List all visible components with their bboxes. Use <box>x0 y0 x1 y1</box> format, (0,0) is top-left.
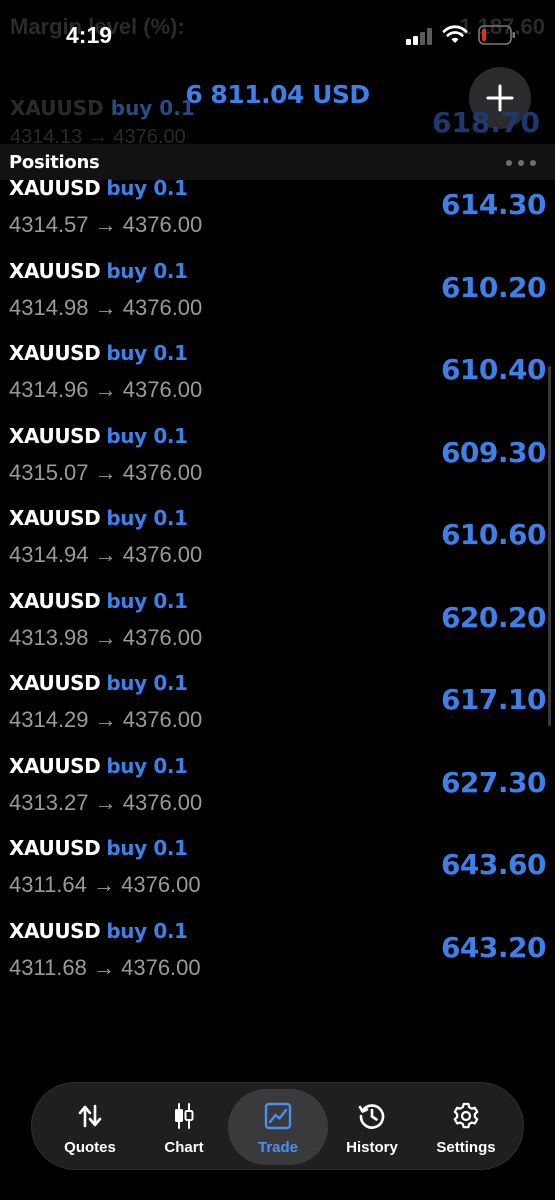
position-profit: 643.60 <box>440 848 547 881</box>
position-prices: 4315.07 → 4376.00 <box>9 460 203 485</box>
position-side: buy 0.1 <box>106 506 188 530</box>
tab-history[interactable]: History <box>322 1089 422 1165</box>
position-prices: 4311.64 → 4376.00 <box>9 872 201 897</box>
position-symbol: XAUUSD buy 0.1 <box>9 836 188 860</box>
position-side: buy 0.1 <box>106 259 188 283</box>
tab-trade[interactable]: Trade <box>228 1089 328 1165</box>
position-side: buy 0.1 <box>106 424 188 448</box>
position-prices: 4311.68 → 4376.00 <box>9 955 201 980</box>
scrollbar[interactable] <box>548 366 551 726</box>
positions-section-header: Positions <box>0 144 555 180</box>
position-profit: 617.10 <box>440 683 547 716</box>
position-side: buy 0.1 <box>106 176 188 200</box>
position-symbol: XAUUSD buy 0.1 <box>9 671 188 695</box>
cellular-signal-icon <box>406 28 434 45</box>
position-row[interactable]: XAUUSD buy 0.1 4313.27 → 4376.00 627.30 <box>0 754 555 836</box>
tab-label: History <box>346 1139 398 1156</box>
position-profit: 609.30 <box>440 436 547 469</box>
position-row[interactable]: XAUUSD buy 0.1 4313.98 → 4376.00 620.20 <box>0 589 555 671</box>
position-prices: 4314.57 → 4376.00 <box>9 212 203 237</box>
position-prices: 4313.98 → 4376.00 <box>9 625 203 650</box>
tab-label: Trade <box>257 1139 299 1156</box>
position-side: buy 0.1 <box>106 919 188 943</box>
position-profit: 610.40 <box>440 353 547 386</box>
position-side: buy 0.1 <box>106 671 188 695</box>
position-symbol: XAUUSD buy 0.1 <box>9 424 188 448</box>
position-row[interactable]: XAUUSD buy 0.1 4314.98 → 4376.00 610.20 <box>0 259 555 341</box>
position-row[interactable]: XAUUSD buy 0.1 4314.96 → 4376.00 610.40 <box>0 341 555 423</box>
trend-chart-icon <box>264 1102 292 1130</box>
position-symbol: XAUUSD buy 0.1 <box>9 754 188 778</box>
position-prices: 4314.29 → 4376.00 <box>9 707 203 732</box>
position-profit: 610.20 <box>440 271 547 304</box>
section-title: Positions <box>9 152 100 173</box>
gear-icon <box>453 1102 479 1129</box>
arrows-up-down-icon <box>78 1104 102 1128</box>
position-prices: 4314.96 → 4376.00 <box>9 377 203 402</box>
position-prices: 4313.27 → 4376.00 <box>9 790 203 815</box>
tab-label: Settings <box>436 1139 496 1156</box>
ghost-symbol: XAUUSD buy 0.1 <box>10 96 195 120</box>
position-symbol: XAUUSD buy 0.1 <box>9 259 188 283</box>
position-profit: 620.20 <box>440 601 547 634</box>
position-symbol: XAUUSD buy 0.1 <box>9 919 188 943</box>
ghost-profit: 618.70 <box>431 106 540 139</box>
status-time: 4:19 <box>66 22 113 48</box>
tab-quotes[interactable]: Quotes <box>40 1089 140 1165</box>
position-side: buy 0.1 <box>106 341 188 365</box>
position-symbol: XAUUSD buy 0.1 <box>9 341 188 365</box>
position-row[interactable]: XAUUSD buy 0.1 4314.94 → 4376.00 610.60 <box>0 506 555 588</box>
bottom-tab-bar: Quotes Chart Trade History Settings <box>31 1082 524 1170</box>
position-row[interactable]: XAUUSD buy 0.1 4314.57 → 4376.00 614.30 <box>0 176 555 258</box>
position-row[interactable]: XAUUSD buy 0.1 4314.29 → 4376.00 617.10 <box>0 671 555 753</box>
position-symbol: XAUUSD buy 0.1 <box>9 589 188 613</box>
position-profit: 627.30 <box>440 766 547 799</box>
wifi-icon <box>442 25 468 43</box>
position-side: buy 0.1 <box>106 836 188 860</box>
candlestick-icon <box>175 1103 194 1129</box>
tab-settings[interactable]: Settings <box>416 1089 516 1165</box>
position-row[interactable]: XAUUSD buy 0.1 4311.68 → 4376.00 643.20 <box>0 919 555 1001</box>
position-symbol: XAUUSD buy 0.1 <box>9 176 188 200</box>
tab-chart[interactable]: Chart <box>134 1089 234 1165</box>
position-profit: 610.60 <box>440 518 547 551</box>
tab-label: Chart <box>164 1139 204 1156</box>
status-bar: 4:19 <box>0 0 555 70</box>
position-row[interactable]: XAUUSD buy 0.1 4315.07 → 4376.00 609.30 <box>0 424 555 506</box>
more-options-icon[interactable] <box>506 160 538 166</box>
position-side: buy 0.1 <box>106 754 188 778</box>
position-profit: 643.20 <box>440 931 547 964</box>
history-clock-icon <box>358 1104 385 1129</box>
battery-low-icon <box>478 25 515 45</box>
position-prices: 4314.98 → 4376.00 <box>9 295 203 320</box>
tab-label: Quotes <box>64 1139 116 1156</box>
position-prices: 4314.94 → 4376.00 <box>9 542 203 567</box>
ghost-position-row: XAUUSD buy 0.1 4314.13 → 4376.00 618.70 <box>10 96 550 148</box>
position-profit: 614.30 <box>440 188 547 221</box>
position-side: buy 0.1 <box>106 589 188 613</box>
position-row[interactable]: XAUUSD buy 0.1 4311.64 → 4376.00 643.60 <box>0 836 555 918</box>
position-symbol: XAUUSD buy 0.1 <box>9 506 188 530</box>
